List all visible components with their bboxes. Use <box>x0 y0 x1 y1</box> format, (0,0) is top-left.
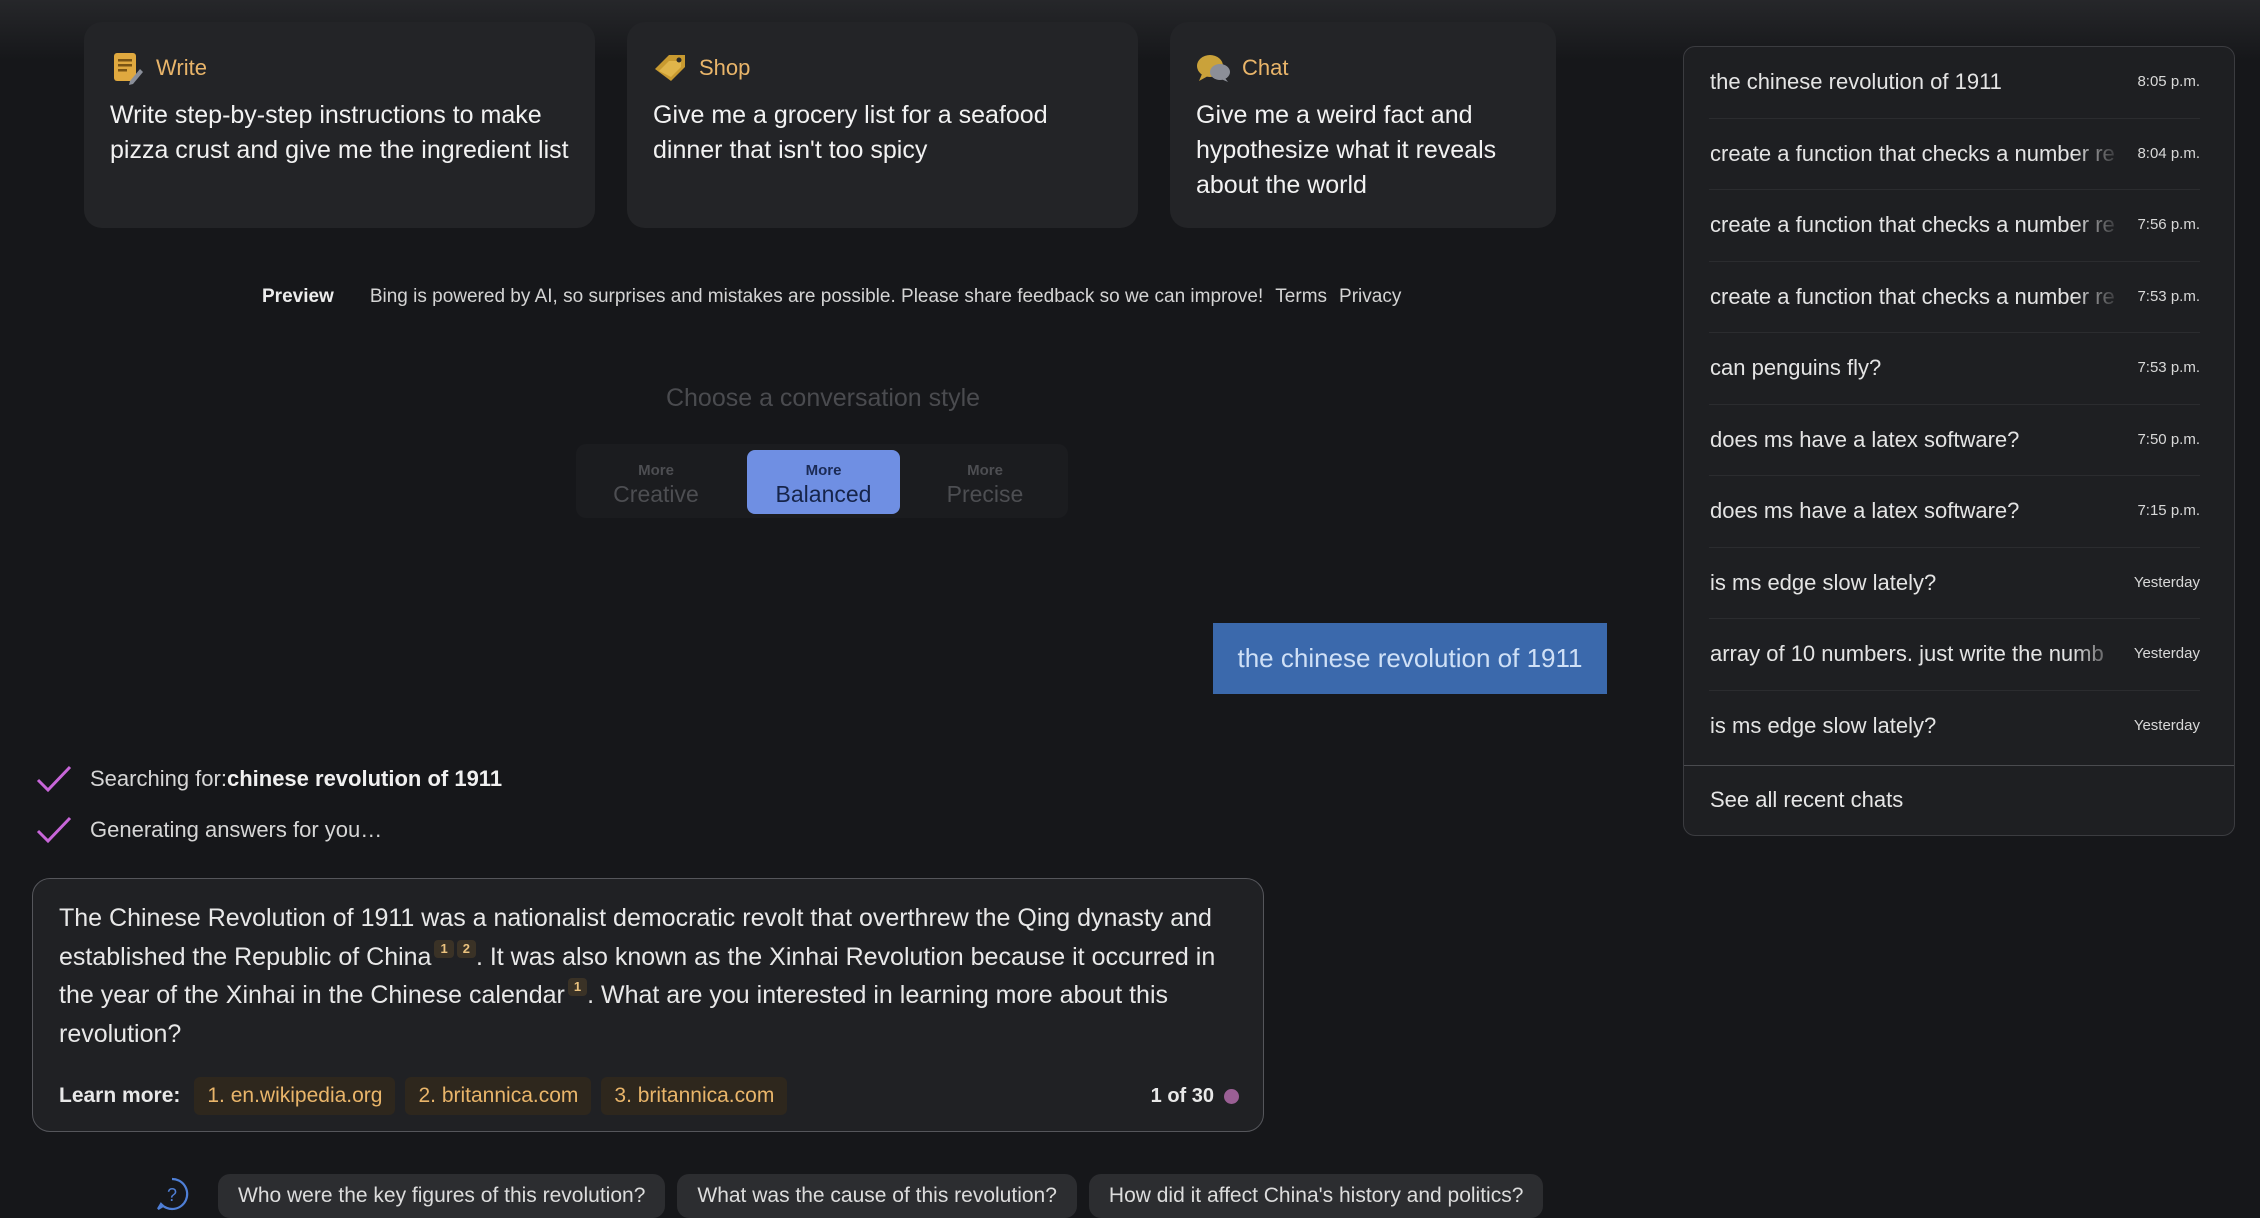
source-link[interactable]: 2. britannica.com <box>405 1077 592 1115</box>
question-help-icon: ? <box>154 1176 190 1217</box>
style-option-label: Creative <box>613 481 699 507</box>
recent-chat-item[interactable]: create a function that checks a number r… <box>1709 262 2200 333</box>
conversation-style-selector: More Creative More Balanced More Precise <box>576 444 1068 518</box>
suggestion-card-write[interactable]: Write Write step-by-step instructions to… <box>84 22 595 228</box>
chat-title: does ms have a latex software? <box>1710 426 2020 452</box>
user-message-bubble: the chinese revolution of 1911 <box>1213 623 1607 694</box>
source-link[interactable]: 1. en.wikipedia.org <box>194 1077 396 1115</box>
style-option-top: More <box>805 462 842 479</box>
chat-title: array of 10 numbers. just write the numb <box>1710 641 2104 666</box>
checkmark-icon <box>36 816 72 844</box>
chat-time: 7:53 p.m. <box>2137 359 2200 376</box>
chat-time: Yesterday <box>2133 573 2200 591</box>
card-prompt: Give me a weird fact and hypothesize wha… <box>1196 101 1497 199</box>
conversation-style-label: Choose a conversation style <box>665 384 981 412</box>
chat-time: 7:50 p.m. <box>2137 430 2200 448</box>
source-link[interactable]: 3. britannica.com <box>601 1077 788 1115</box>
turn-counter-text: 1 of 30 <box>1150 1085 1214 1107</box>
followup-chip[interactable]: Who were the key figures of this revolut… <box>218 1174 666 1218</box>
citation-badge[interactable]: 1 <box>567 978 588 996</box>
chat-time: 8:05 p.m. <box>2137 73 2200 90</box>
followup-chip[interactable]: What was the cause of this revolution? <box>677 1174 1077 1218</box>
chat-title: create a function that checks a number r… <box>1710 283 2115 309</box>
learn-more-row: Learn more: 1. en.wikipedia.org 2. brita… <box>59 1077 788 1115</box>
recent-chat-item[interactable]: is ms edge slow lately? Yesterday <box>1709 691 2200 762</box>
recent-chat-item[interactable]: array of 10 numbers. just write the numb… <box>1709 619 2200 691</box>
learn-more-label: Learn more: <box>59 1084 181 1107</box>
chat-title: create a function that checks a number r… <box>1710 212 2115 237</box>
svg-text:?: ? <box>167 1185 177 1205</box>
write-notepad-icon <box>110 51 144 85</box>
disclaimer-text: Bing is powered by AI, so surprises and … <box>369 286 1264 307</box>
chat-time: Yesterday <box>2133 716 2200 734</box>
chat-bubbles-icon <box>1196 51 1230 85</box>
chat-title: does ms have a latex software? <box>1710 498 2020 523</box>
citation-badge[interactable]: 1 <box>434 939 454 958</box>
recent-chats-panel: the chinese revolution of 1911 8:05 p.m.… <box>1683 46 2235 836</box>
recent-chat-item[interactable]: create a function that checks a number r… <box>1709 190 2200 262</box>
card-title: Shop <box>699 55 751 80</box>
search-step: Searching for: chinese revolution of 191… <box>36 764 502 794</box>
card-prompt: Write step-by-step instructions to make … <box>110 101 569 164</box>
answer-text: The Chinese Revolution of 1911 was a nat… <box>59 899 1237 1053</box>
recent-chat-item[interactable]: the chinese revolution of 1911 8:05 p.m. <box>1709 47 2200 119</box>
recent-chat-item[interactable]: is ms edge slow lately? Yesterday <box>1709 548 2200 619</box>
chat-time: 8:04 p.m. <box>2137 144 2200 162</box>
citation-badge[interactable]: 2 <box>456 939 476 958</box>
followup-suggestions: ? Who were the key figures of this revol… <box>154 1174 1544 1218</box>
checkmark-icon <box>36 765 72 793</box>
status-dot-icon <box>1224 1089 1239 1104</box>
recent-chat-item[interactable]: create a function that checks a number r… <box>1709 119 2200 190</box>
chat-title: can penguins fly? <box>1710 355 1882 380</box>
recent-chat-item[interactable]: does ms have a latex software? 7:50 p.m. <box>1709 405 2200 476</box>
style-option-top: More <box>967 462 1003 479</box>
generating-step: Generating answers for you… <box>36 815 382 845</box>
card-title: Chat <box>1242 55 1289 80</box>
card-prompt: Give me a grocery list for a seafood din… <box>653 101 1048 164</box>
disclaimer-bar: Preview Bing is powered by AI, so surpri… <box>262 286 1401 308</box>
step-prefix: Searching for: <box>90 766 227 791</box>
style-option-label: Balanced <box>775 481 872 507</box>
suggestion-card-shop[interactable]: Shop Give me a grocery list for a seafoo… <box>627 22 1138 228</box>
turn-counter: 1 of 30 <box>1151 1085 1239 1108</box>
suggestion-card-chat[interactable]: Chat Give me a weird fact and hypothesiz… <box>1170 22 1556 228</box>
panel-divider <box>1684 765 2234 766</box>
followup-chip[interactable]: How did it affect China's history and po… <box>1088 1174 1544 1218</box>
chat-time: 7:56 p.m. <box>2137 216 2200 233</box>
style-option-label: Precise <box>946 481 1024 507</box>
recent-chat-item[interactable]: can penguins fly? 7:53 p.m. <box>1709 333 2200 405</box>
style-creative-button[interactable]: More Creative <box>582 450 730 514</box>
chat-title: is ms edge slow lately? <box>1710 712 1937 738</box>
search-query: chinese revolution of 1911 <box>226 766 503 791</box>
step-prefix: Generating answers for you… <box>90 817 383 842</box>
recent-chat-item[interactable]: does ms have a latex software? 7:15 p.m. <box>1709 476 2200 548</box>
chat-time: 7:15 p.m. <box>2137 502 2200 519</box>
chat-title: is ms edge slow lately? <box>1710 569 1937 595</box>
style-precise-button[interactable]: More Precise <box>908 450 1062 514</box>
shop-tag-icon <box>653 51 687 85</box>
terms-link[interactable]: Terms <box>1275 286 1327 308</box>
chat-time: Yesterday <box>2133 645 2200 662</box>
card-title: Write <box>156 55 207 80</box>
preview-label: Preview <box>262 286 334 307</box>
see-all-recent-chats-link[interactable]: See all recent chats <box>1710 787 1903 813</box>
chat-title: the chinese revolution of 1911 <box>1710 69 2002 94</box>
style-balanced-button[interactable]: More Balanced <box>747 450 900 514</box>
chat-time: 7:53 p.m. <box>2137 287 2200 305</box>
style-option-top: More <box>638 462 674 479</box>
privacy-link[interactable]: Privacy <box>1339 286 1401 308</box>
answer-card: The Chinese Revolution of 1911 was a nat… <box>32 878 1264 1132</box>
chat-title: create a function that checks a number r… <box>1710 140 2115 166</box>
